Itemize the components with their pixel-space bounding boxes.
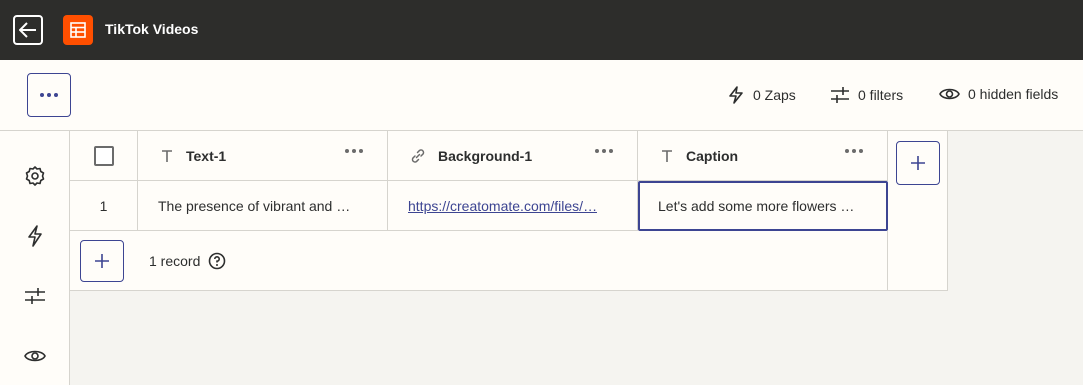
lightning-icon xyxy=(28,225,42,247)
text-icon xyxy=(660,149,674,163)
column-header-label: Text-1 xyxy=(186,147,227,164)
lightning-icon xyxy=(729,86,743,104)
page-title: TikTok Videos xyxy=(105,21,199,37)
hidden-fields-label: 0 hidden fields xyxy=(968,86,1059,102)
column-menu-button[interactable] xyxy=(595,149,613,153)
top-bar: TikTok Videos xyxy=(0,0,1083,60)
record-count: 1 record xyxy=(149,252,226,270)
zaps-button[interactable]: 0 Zaps xyxy=(727,86,796,104)
column-header-caption[interactable]: Caption xyxy=(638,131,888,181)
arrow-left-icon xyxy=(19,22,36,38)
column-header-background-1[interactable]: Background-1 xyxy=(388,131,638,181)
select-all-checkbox[interactable] xyxy=(93,145,114,166)
plus-icon xyxy=(911,156,925,170)
cell-text: Let's add some more flowers … xyxy=(658,198,855,214)
record-count-label: 1 record xyxy=(149,253,201,269)
eye-icon xyxy=(24,350,46,362)
zaps-sidebar-button[interactable] xyxy=(23,224,47,248)
table-cell[interactable]: https://creatomate.com/files/… xyxy=(388,181,638,231)
row-number[interactable]: 1 xyxy=(70,181,138,231)
column-header-label: Caption xyxy=(686,147,739,164)
back-button[interactable] xyxy=(13,15,43,45)
left-sidebar xyxy=(0,131,70,385)
cell-link[interactable]: https://creatomate.com/files/… xyxy=(408,198,597,214)
table-app-icon xyxy=(63,15,93,45)
plus-icon xyxy=(95,254,109,268)
column-menu-button[interactable] xyxy=(845,149,863,153)
settings-button[interactable] xyxy=(23,164,47,188)
toolbar: 0 Zaps 0 filters 0 hidden fields xyxy=(0,60,1083,131)
hidden-fields-button[interactable]: 0 hidden fields xyxy=(939,86,1058,102)
filter-sliders-icon xyxy=(25,288,45,304)
zaps-label: 0 Zaps xyxy=(753,87,796,103)
data-table: Text-1 Background-1 Caption 1 The presen… xyxy=(70,131,948,291)
add-record-button[interactable] xyxy=(80,240,124,282)
cell-text: The presence of vibrant and … xyxy=(158,197,351,214)
filters-label: 0 filters xyxy=(858,87,904,103)
column-menu-button[interactable] xyxy=(345,149,363,153)
eye-icon xyxy=(939,88,960,100)
filter-sliders-icon xyxy=(831,87,849,103)
more-options-button[interactable] xyxy=(27,73,71,117)
table-cell[interactable]: The presence of vibrant and … xyxy=(138,181,388,231)
table-footer: 1 record xyxy=(70,231,888,291)
filters-button[interactable]: 0 filters xyxy=(830,86,903,104)
text-icon xyxy=(160,149,174,163)
gear-icon xyxy=(25,166,45,186)
select-all-cell xyxy=(70,131,138,181)
add-column-button[interactable] xyxy=(896,141,940,185)
filters-sidebar-button[interactable] xyxy=(23,284,47,308)
ellipsis-icon xyxy=(40,93,58,97)
link-icon xyxy=(410,148,426,164)
table-cell-selected[interactable]: Let's add some more flowers … xyxy=(638,181,888,231)
hidden-fields-sidebar-button[interactable] xyxy=(23,344,47,368)
help-icon[interactable] xyxy=(208,252,226,270)
column-header-label: Background-1 xyxy=(438,147,533,164)
column-header-text-1[interactable]: Text-1 xyxy=(138,131,388,181)
